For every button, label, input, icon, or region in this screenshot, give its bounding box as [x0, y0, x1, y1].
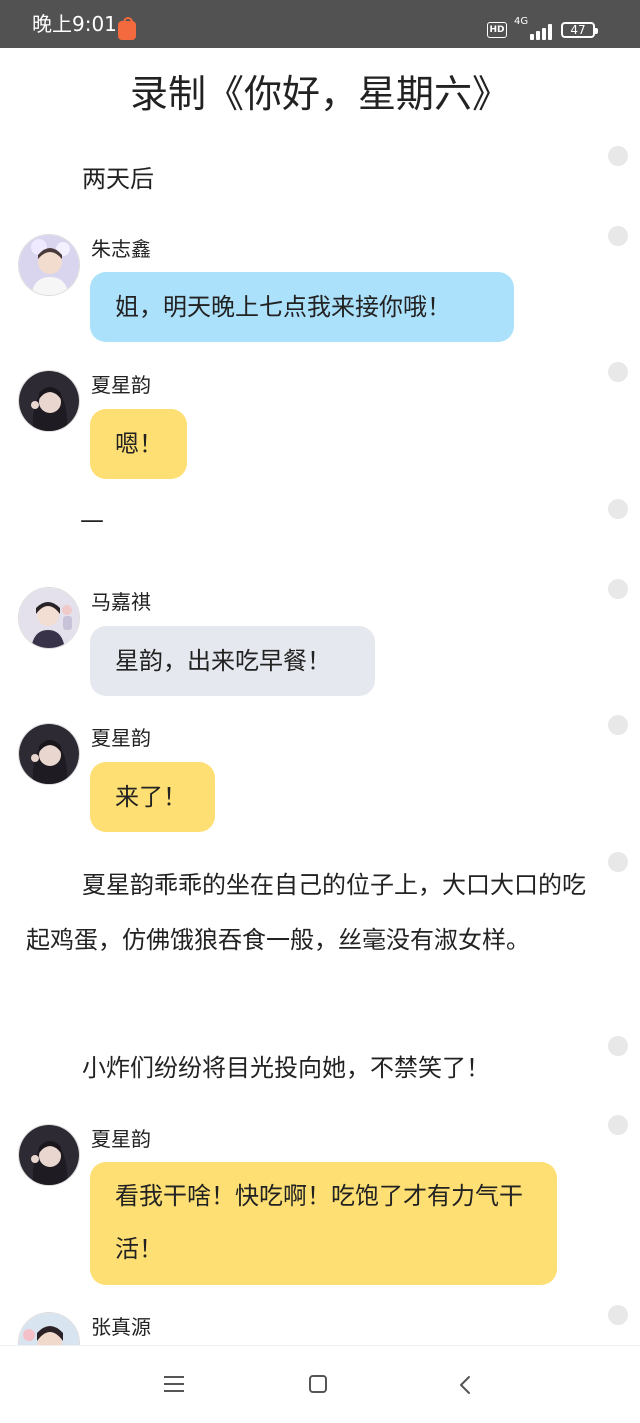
- chat-bubble: 姐，明天晚上七点我来接你哦！: [90, 272, 514, 342]
- speaker-name: 张真源: [91, 1315, 151, 1339]
- signal-icon: [514, 20, 554, 40]
- comment-marker[interactable]: [608, 146, 628, 166]
- comment-marker[interactable]: [608, 1115, 628, 1135]
- home-icon[interactable]: [309, 1375, 327, 1393]
- chat-bubble: 看我干啥！快吃啊！吃饱了才有力气干活！: [90, 1162, 557, 1285]
- avatar: [18, 587, 80, 649]
- comment-marker[interactable]: [608, 579, 628, 599]
- battery-level: 47: [570, 23, 586, 37]
- chat-bubble: 来了！: [90, 762, 215, 832]
- back-icon[interactable]: [456, 1374, 476, 1396]
- system-nav-bar: [0, 1345, 640, 1423]
- narration-paragraph: 两天后: [82, 165, 154, 193]
- comment-marker[interactable]: [608, 1305, 628, 1325]
- comment-marker[interactable]: [608, 852, 628, 872]
- avatar: [18, 1312, 80, 1345]
- avatar: [18, 1124, 80, 1186]
- narration-paragraph: 夏星韵乖乖的坐在自己的位子上，大口大口的吃起鸡蛋，仿佛饿狼吞食一般，丝毫没有淑女…: [26, 871, 586, 954]
- section-divider: —: [80, 506, 104, 534]
- avatar-image: [19, 371, 79, 431]
- narration-paragraph: 小炸们纷纷将目光投向她，不禁笑了！: [82, 1054, 490, 1082]
- comment-marker[interactable]: [608, 715, 628, 735]
- speaker-name: 马嘉祺: [91, 590, 151, 614]
- avatar: [18, 723, 80, 785]
- speaker-name: 夏星韵: [91, 726, 151, 750]
- comment-marker[interactable]: [608, 1036, 628, 1056]
- comment-marker[interactable]: [608, 499, 628, 519]
- avatar-image: [19, 1313, 79, 1345]
- avatar-image: [19, 588, 79, 648]
- speaker-name: 夏星韵: [91, 1127, 151, 1151]
- speaker-name: 夏星韵: [91, 373, 151, 397]
- status-bar: 晚上9:01 HD 4G 47: [0, 0, 640, 48]
- avatar: [18, 370, 80, 432]
- avatar-image: [19, 724, 79, 784]
- page-title: 录制《你好，星期六》: [129, 72, 510, 116]
- shopping-bag-icon: [118, 17, 136, 40]
- chat-bubble: 嗯！: [90, 409, 187, 479]
- avatar-image: [19, 235, 79, 295]
- speaker-name: 朱志鑫: [91, 237, 151, 261]
- menu-icon[interactable]: [164, 1376, 184, 1392]
- avatar-image: [19, 1125, 79, 1185]
- comment-marker[interactable]: [608, 226, 628, 246]
- hd-icon: HD: [487, 22, 507, 38]
- status-time: 晚上9:01: [32, 12, 117, 36]
- comment-marker[interactable]: [608, 362, 628, 382]
- comment-markers: [608, 0, 628, 1340]
- battery-icon: 47: [561, 22, 598, 38]
- chat-bubble: 星韵，出来吃早餐！: [90, 626, 375, 696]
- avatar: [18, 234, 80, 296]
